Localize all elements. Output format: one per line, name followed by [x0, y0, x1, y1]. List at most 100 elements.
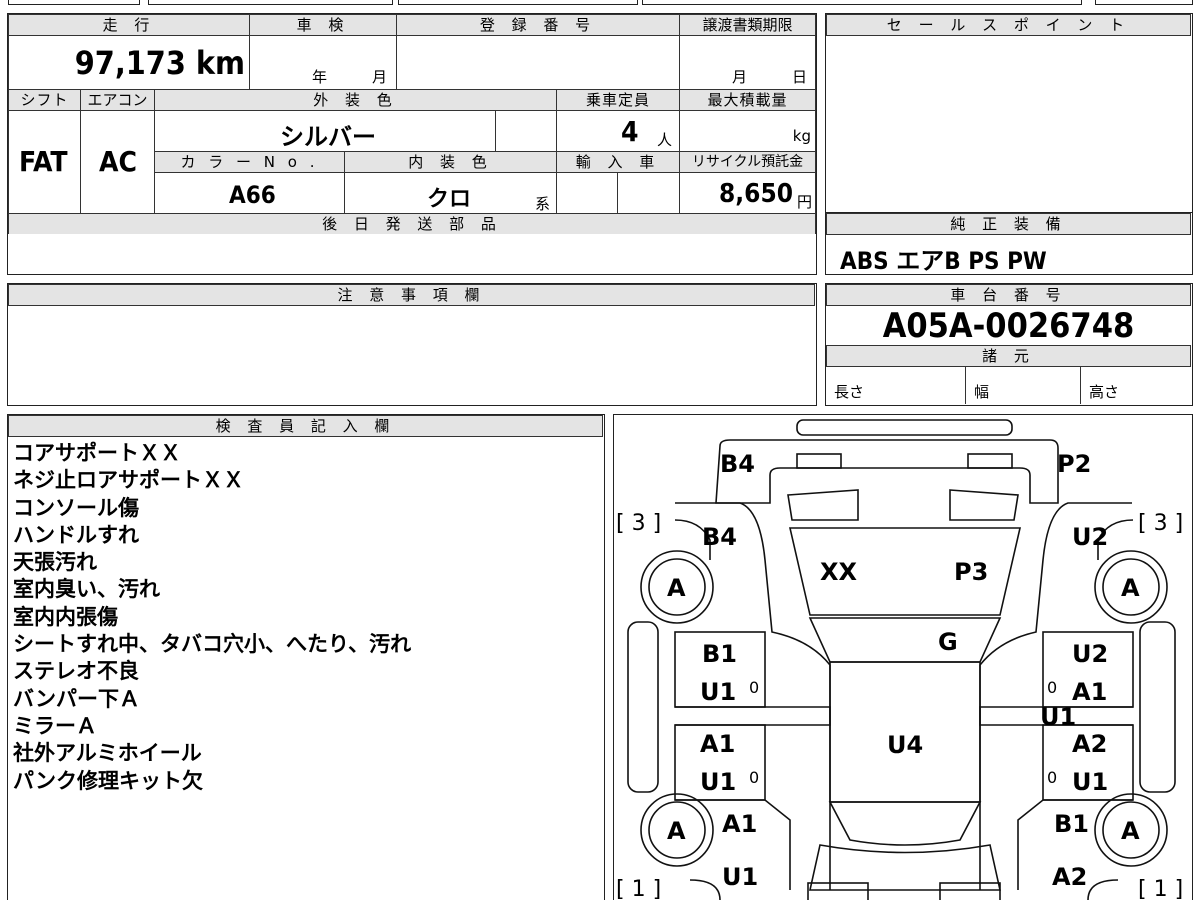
damage-mark: A1 [722, 810, 757, 838]
sales-point-box: セ ー ル ス ポ イ ン ト [825, 13, 1193, 213]
color-no-label: カ ラ ー N o . [154, 151, 345, 173]
notes-box: 注 意 事 項 欄 [7, 283, 817, 406]
transfer-deadline-cell: 月 日 [679, 35, 816, 90]
wheel-label: A [1121, 817, 1140, 845]
remark-item: ステレオ不良 [13, 659, 139, 684]
later-parts-cell [8, 234, 816, 274]
side-bumper-left [627, 621, 659, 793]
import-cell-2 [617, 172, 680, 214]
color-no-value: A66 [229, 181, 276, 209]
remark-item: ハンドルすれ [13, 522, 139, 547]
remark-item: ネジ止ロアサポートＸＸ [13, 468, 244, 493]
front-bumper-shape [689, 879, 721, 900]
zero-mark: 0 [1047, 768, 1057, 787]
damage-mark: U2 [1072, 640, 1108, 668]
damage-mark: U1 [700, 768, 736, 796]
aircon-cell: AC [80, 110, 155, 214]
car-diagram: [ 3 ] [ 3 ] [ 1 ] [ 1 ] A A A A B4 P2 B4… [616, 419, 1183, 900]
chassis-label: 車 台 番 号 [826, 284, 1191, 306]
damage-mark: U1 [1040, 703, 1076, 731]
recycle-unit: 円 [796, 193, 812, 211]
windshield-shape [828, 801, 982, 846]
tire-tread-left-top: [ 3 ] [616, 511, 661, 536]
zero-mark: 0 [1047, 678, 1057, 697]
rear-window-left [787, 489, 859, 521]
transfer-deadline-label: 譲渡書類期限 [679, 14, 816, 36]
damage-mark: G [938, 628, 958, 656]
rear-light-left [796, 453, 842, 469]
mileage-label: 走 行 [8, 14, 250, 36]
damage-mark: A2 [1052, 863, 1087, 891]
aircon-value: AC [99, 145, 137, 178]
wheel-label: A [1121, 574, 1140, 602]
damage-mark: A1 [1072, 678, 1107, 706]
standard-equipment-value: ABS エアB PS PW [840, 247, 1047, 275]
standard-equipment-label: 純 正 装 備 [826, 213, 1191, 235]
shift-cell: FAT [8, 110, 81, 214]
tire-tread-right-bottom: [ 1 ] [1138, 877, 1183, 900]
remark-item: パンク修理キット欠 [13, 768, 204, 793]
remark-item: シートすれ中、タバコ穴小、へたり、汚れ [13, 632, 412, 657]
transfer-month: 月 [732, 68, 748, 86]
width-cell: 幅 [965, 366, 1081, 404]
remark-item: 社外アルミホイール [13, 741, 202, 766]
damage-mark: U4 [887, 731, 923, 759]
rear-window-right [949, 489, 1019, 521]
notes-label: 注 意 事 項 欄 [8, 284, 815, 306]
interior-color-cell: クロ 系 [344, 172, 557, 214]
damage-mark: B4 [702, 523, 737, 551]
roof-shape [808, 617, 1002, 663]
front-grille [807, 882, 869, 900]
remark-item: バンパー下Ａ [13, 686, 141, 711]
damage-mark: B1 [702, 640, 737, 668]
damage-mark: B4 [720, 450, 755, 478]
remark-item: 室内臭い、汚れ [13, 577, 160, 602]
recycle-label: リサイクル預託金 [679, 151, 816, 173]
max-load-label: 最大積載量 [679, 89, 816, 111]
damage-mark: P3 [954, 558, 988, 586]
damage-mark: P2 [1057, 450, 1091, 478]
import-cell-1 [556, 172, 618, 214]
shift-value: FAT [19, 145, 68, 178]
inspection-label: 車 検 [249, 14, 397, 36]
zero-mark: 0 [749, 678, 759, 697]
inspection-year: 年 [312, 68, 328, 86]
remark-item: 天張汚れ [13, 550, 97, 575]
car-diagram-box: [ 3 ] [ 3 ] [ 1 ] [ 1 ] A A A A B4 P2 B4… [613, 414, 1193, 900]
damage-mark: U2 [1072, 523, 1108, 551]
height-cell: 高さ [1080, 366, 1191, 404]
sill-left [675, 706, 831, 726]
later-parts-label: 後 日 発 送 部 品 [8, 213, 816, 235]
damage-mark: B1 [1054, 810, 1089, 838]
length-cell: 長さ [826, 366, 966, 404]
inspection-cell: 年 月 [249, 35, 397, 90]
remark-item: コアサポートＸＸ [13, 441, 181, 465]
remark-item: 室内内張傷 [13, 604, 118, 629]
side-bumper-right [1139, 621, 1176, 793]
chassis-box: 車 台 番 号 A05A-0026748 諸 元 長さ 幅 高さ [825, 283, 1193, 406]
rear-light-right [967, 453, 1013, 469]
inspector-box: 検 査 員 記 入 欄 コアサポートＸＸ ネジ止ロアサポートＸＸ コンソール傷 … [7, 414, 605, 900]
max-load-cell: kg [679, 110, 816, 152]
recycle-cell: 8,650 円 [679, 172, 816, 214]
registration-cell [396, 35, 680, 90]
length-label: 長さ [834, 383, 865, 401]
transfer-day: 日 [792, 68, 808, 86]
damage-mark: XX [820, 558, 858, 586]
max-load-unit: kg [792, 127, 811, 145]
standard-equipment-box: 純 正 装 備 ABS エアB PS PW [825, 212, 1193, 275]
import-label: 輸 入 車 [556, 151, 680, 173]
capacity-value: 4 [621, 115, 639, 148]
damage-mark: U1 [1072, 768, 1108, 796]
front-grille-right [939, 882, 1001, 900]
inspection-month: 月 [372, 68, 388, 86]
capacity-cell: 4 人 [556, 110, 680, 152]
damage-mark: A2 [1072, 730, 1107, 758]
specs-label: 諸 元 [826, 345, 1191, 367]
color-no-cell: A66 [154, 172, 345, 214]
exterior-color-cell: シルバー [154, 110, 496, 152]
rear-bumper-shape [796, 419, 1013, 436]
wheel-label: A [667, 817, 686, 845]
damage-mark: A1 [700, 730, 735, 758]
damage-mark: U1 [700, 678, 736, 706]
